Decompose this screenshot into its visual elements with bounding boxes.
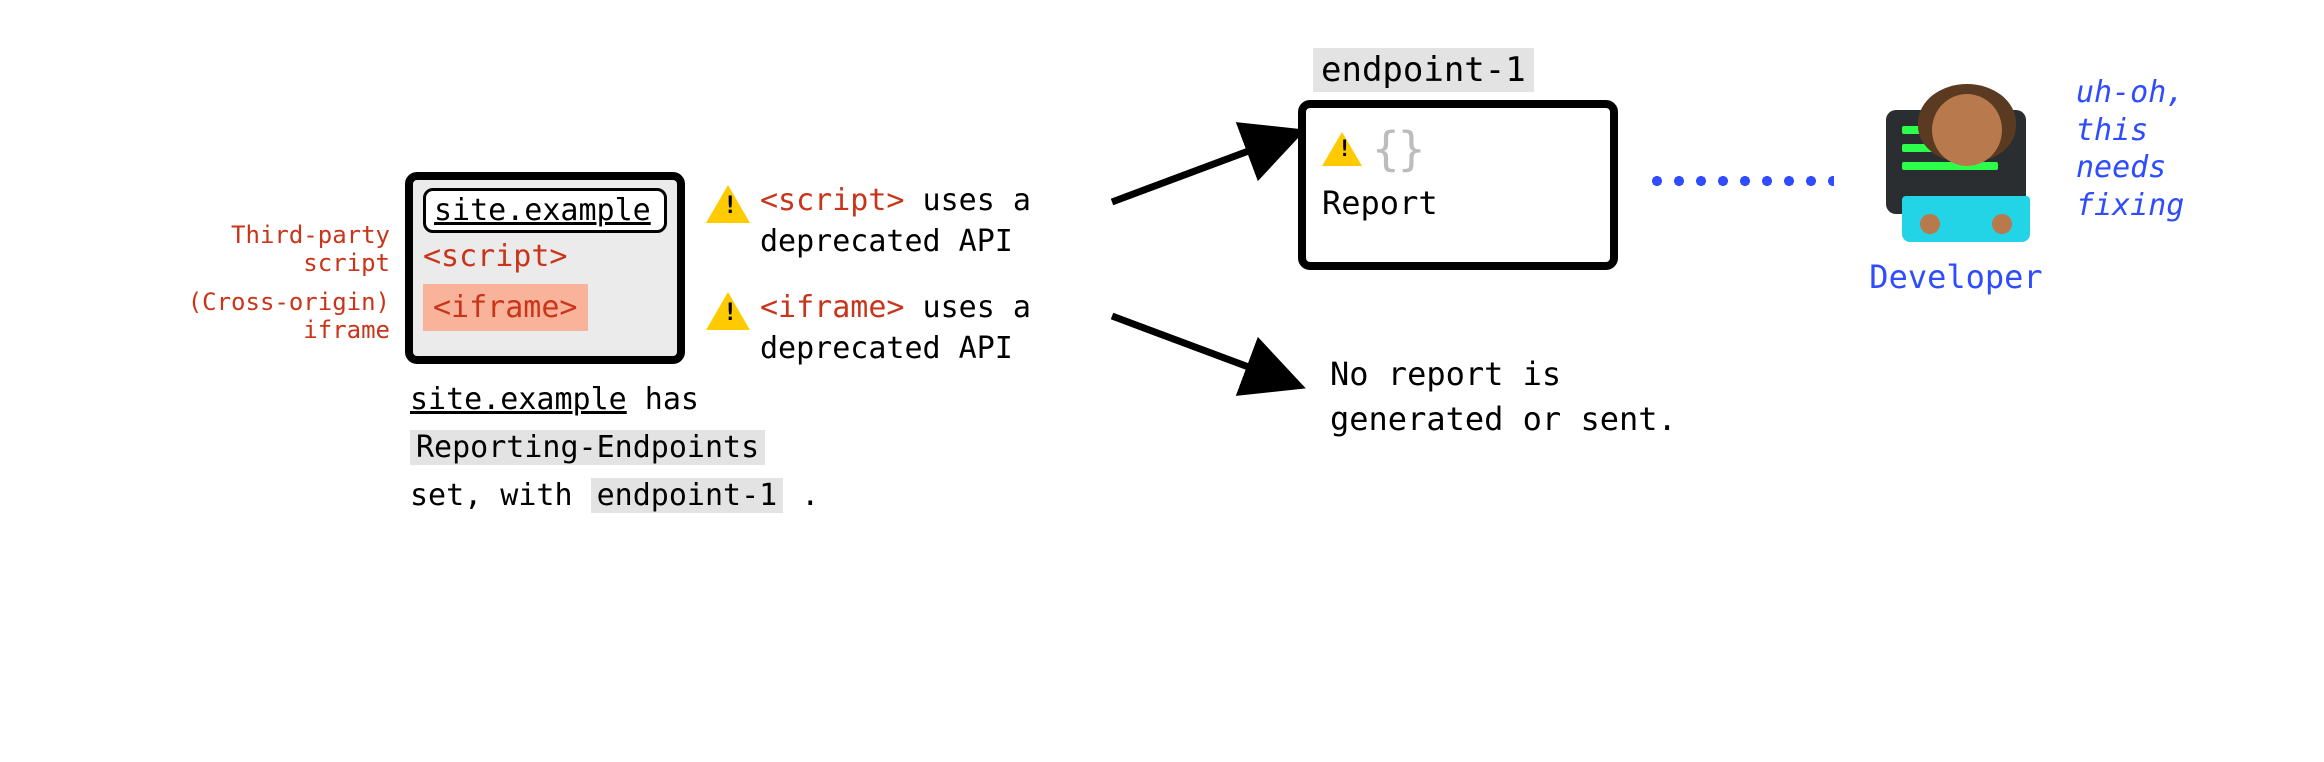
address-bar: site.example <box>423 188 667 233</box>
label-cross-origin-iframe: (Cross-origin) iframe <box>180 289 390 344</box>
message-code: <script> <box>760 183 905 218</box>
no-report-text: No report is generated or sent. <box>1330 352 1677 442</box>
page-script-tag: <script> <box>423 239 667 274</box>
warning-icon <box>706 292 750 330</box>
message-code: <iframe> <box>760 290 905 325</box>
caption-header: Reporting-Endpoints <box>410 430 765 465</box>
braces-icon: {} <box>1372 122 1423 176</box>
developer-figure: Developer <box>1856 92 2056 296</box>
endpoint-window: {} Report <box>1298 100 1618 270</box>
label-third-party-script: Third-party script <box>180 222 390 277</box>
arrow-to-no-report <box>1106 308 1306 396</box>
caption-site: site.example <box>410 382 627 417</box>
caption-endpoint: endpoint-1 <box>591 478 784 513</box>
endpoint-name-label: endpoint-1 <box>1313 48 1534 92</box>
dotted-connector <box>1646 175 1834 187</box>
developer-avatar <box>1876 92 2036 252</box>
developer-label: Developer <box>1856 258 2056 296</box>
page-iframe-tag: <iframe> <box>423 284 588 331</box>
caption-text-3: . <box>783 478 819 513</box>
report-label: Report <box>1322 184 1594 222</box>
warning-icon <box>706 185 750 223</box>
developer-thought: uh-oh, this needs fixing <box>2076 74 2296 224</box>
warning-icon <box>1322 132 1362 166</box>
site-caption: site.example has Reporting-Endpoints set… <box>410 376 930 520</box>
site-browser-window: site.example <script> <iframe> <box>405 172 685 364</box>
caption-text-2: set, with <box>410 478 591 513</box>
diagram-canvas: Third-party script (Cross-origin) iframe… <box>0 0 2324 762</box>
caption-text-1: has <box>627 382 699 417</box>
arrow-to-endpoint <box>1106 122 1306 212</box>
site-url: site.example <box>434 193 651 228</box>
